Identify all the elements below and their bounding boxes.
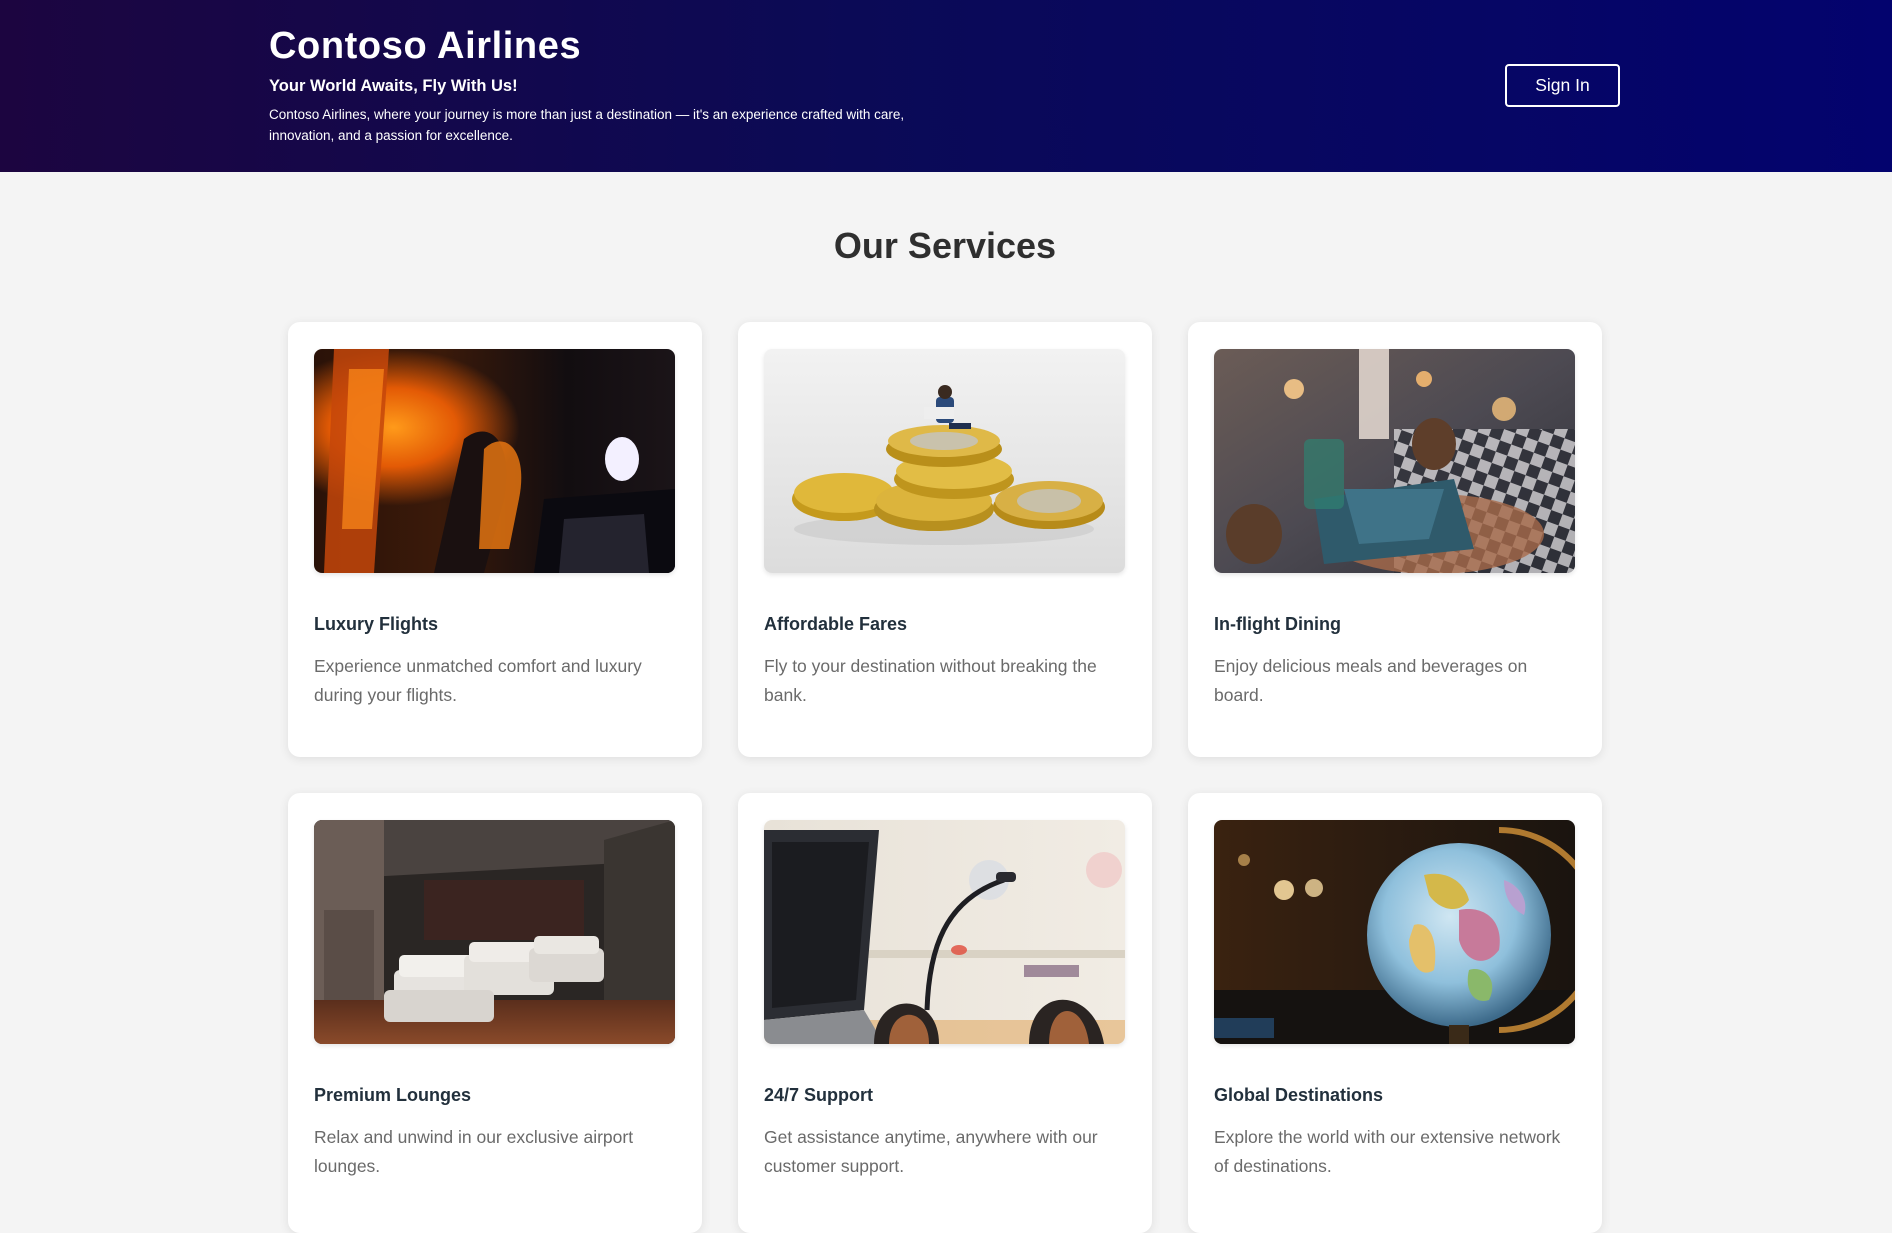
card-description: Explore the world with our extensive net… bbox=[1214, 1127, 1561, 1176]
support-image bbox=[764, 820, 1125, 1044]
global-destinations-image bbox=[1214, 820, 1575, 1044]
card-title: Premium Lounges bbox=[314, 1085, 472, 1105]
card-title: 24/7 Support bbox=[764, 1085, 874, 1105]
brand-title: Contoso Airlines bbox=[269, 25, 582, 67]
sign-in-button[interactable]: Sign In bbox=[1505, 64, 1620, 107]
card-title: In-flight Dining bbox=[1214, 614, 1341, 634]
affordable-fares-image bbox=[764, 349, 1125, 573]
in-flight-dining-image bbox=[1214, 349, 1575, 573]
card-title: Luxury Flights bbox=[314, 614, 439, 634]
service-card-affordable-fares: Affordable Fares Fly to your destination… bbox=[738, 322, 1152, 757]
card-title: Global Destinations bbox=[1214, 1085, 1384, 1105]
services-heading: Our Services bbox=[833, 225, 1057, 266]
premium-lounges-image bbox=[314, 820, 675, 1044]
card-description: Experience unmatched comfort and luxury … bbox=[314, 656, 642, 705]
service-card-global-destinations: Global Destinations Explore the world wi… bbox=[1188, 793, 1602, 1233]
service-card-24-7-support: 24/7 Support Get assistance anytime, any… bbox=[738, 793, 1152, 1233]
site-header: Contoso Airlines Your World Awaits, Fly … bbox=[0, 0, 1892, 172]
service-card-luxury-flights: Luxury Flights Experience unmatched comf… bbox=[288, 322, 702, 757]
service-card-in-flight-dining: In-flight Dining Enjoy delicious meals a… bbox=[1188, 322, 1602, 757]
luxury-flights-image bbox=[314, 349, 675, 573]
card-description: Enjoy delicious meals and beverages on b… bbox=[1214, 656, 1528, 705]
card-description: Fly to your destination without breaking… bbox=[764, 656, 1097, 705]
card-description: Get assistance anytime, anywhere with ou… bbox=[764, 1127, 1098, 1176]
card-description: Relax and unwind in our exclusive airpor… bbox=[314, 1127, 634, 1176]
card-title: Affordable Fares bbox=[764, 614, 908, 634]
service-card-premium-lounges: Premium Lounges Relax and unwind in our … bbox=[288, 793, 702, 1233]
brand-tagline: Your World Awaits, Fly With Us! bbox=[269, 77, 518, 95]
brand-description: Contoso Airlines, where your journey is … bbox=[269, 107, 905, 143]
